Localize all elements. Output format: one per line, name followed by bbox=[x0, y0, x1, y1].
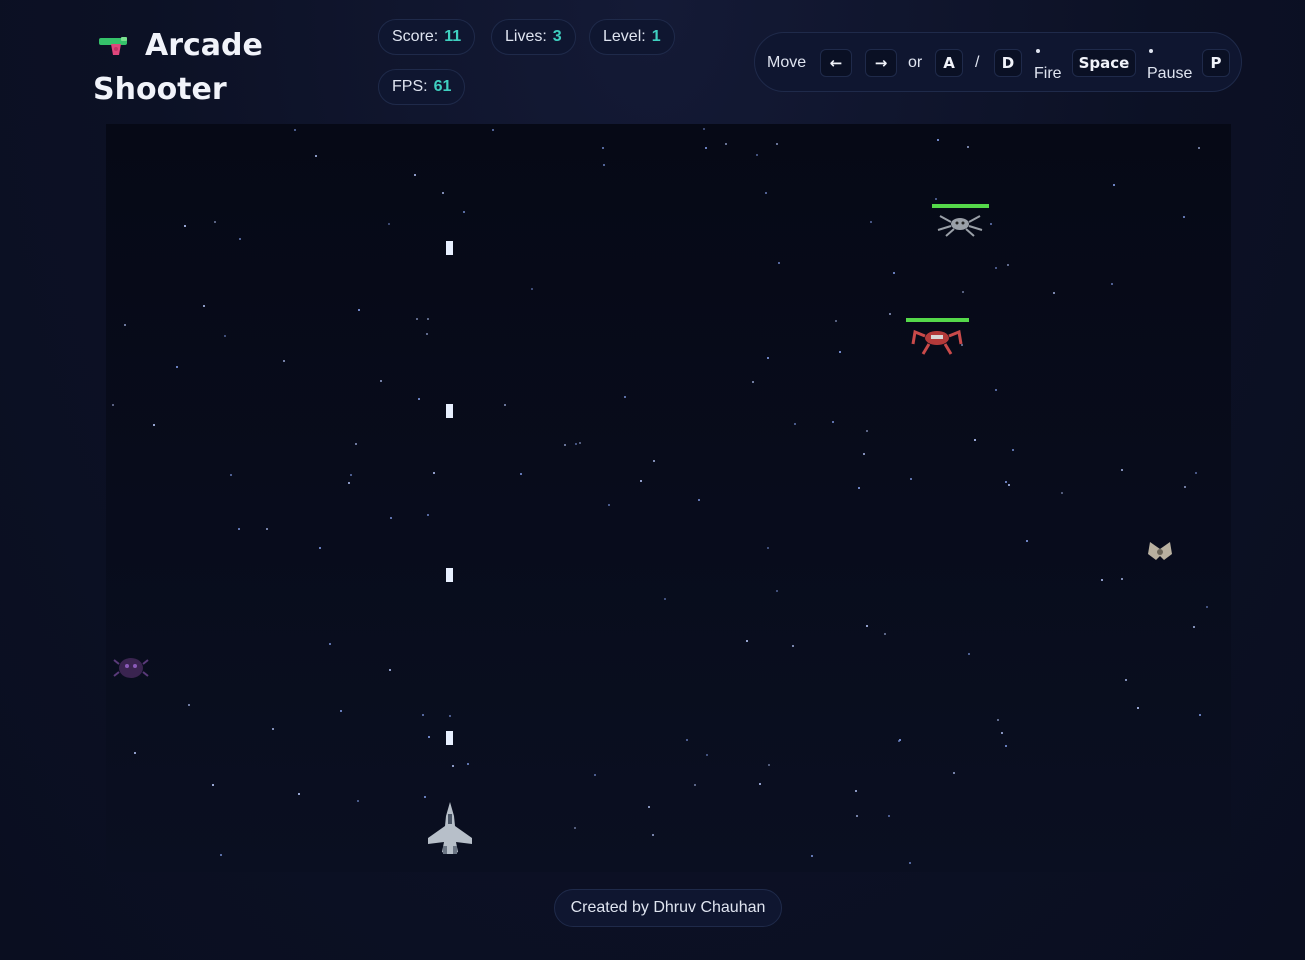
bullet bbox=[446, 568, 453, 582]
credit-footer: Created by Dhruv Chauhan bbox=[554, 889, 782, 927]
lives-label: Lives: bbox=[505, 28, 547, 45]
water-gun-icon bbox=[99, 37, 127, 55]
enemy-health-bar bbox=[906, 318, 969, 322]
fps-display: FPS: 61 bbox=[378, 69, 466, 105]
separator-dot bbox=[1149, 49, 1153, 53]
level-display: Level: 1 bbox=[589, 19, 675, 55]
controls-legend: Move ← → or A / D Fire Space Pause P bbox=[754, 32, 1242, 92]
level-label: Level: bbox=[603, 28, 646, 45]
lives-display: Lives: 3 bbox=[491, 19, 576, 55]
slash-separator: / bbox=[975, 54, 980, 71]
score-value: 11 bbox=[444, 28, 462, 45]
a-key: A bbox=[935, 49, 963, 77]
player-jet bbox=[428, 802, 472, 854]
separator-dot bbox=[1036, 49, 1040, 53]
p-key: P bbox=[1202, 49, 1230, 77]
fps-value: 61 bbox=[433, 78, 452, 95]
left-arrow-key: ← bbox=[820, 49, 852, 77]
bullet bbox=[446, 241, 453, 255]
enemy-health-bar bbox=[932, 204, 989, 208]
purple-beetle-enemy bbox=[113, 658, 149, 678]
d-key: D bbox=[994, 49, 1022, 77]
game-canvas[interactable] bbox=[106, 124, 1231, 872]
level-value: 1 bbox=[651, 28, 661, 45]
game-objects bbox=[113, 204, 1172, 854]
bat-wing-enemy bbox=[1148, 542, 1172, 560]
game-title: Arcade Shooter bbox=[93, 24, 343, 112]
bullet bbox=[446, 731, 453, 745]
fps-label: FPS: bbox=[392, 78, 428, 95]
space-key: Space bbox=[1072, 49, 1136, 77]
right-arrow-key: → bbox=[865, 49, 897, 77]
red-crab-enemy bbox=[911, 329, 963, 355]
lives-value: 3 bbox=[552, 28, 562, 45]
bullet bbox=[446, 404, 453, 418]
or-label: or bbox=[908, 54, 923, 71]
spider-drone-enemy bbox=[937, 215, 983, 237]
move-label: Move bbox=[767, 54, 807, 71]
fire-label: Fire bbox=[1034, 65, 1062, 82]
score-display: Score: 11 bbox=[378, 19, 476, 55]
credit-text: Created by Dhruv Chauhan bbox=[570, 899, 766, 916]
score-label: Score: bbox=[392, 28, 439, 45]
pause-label: Pause bbox=[1147, 65, 1193, 82]
